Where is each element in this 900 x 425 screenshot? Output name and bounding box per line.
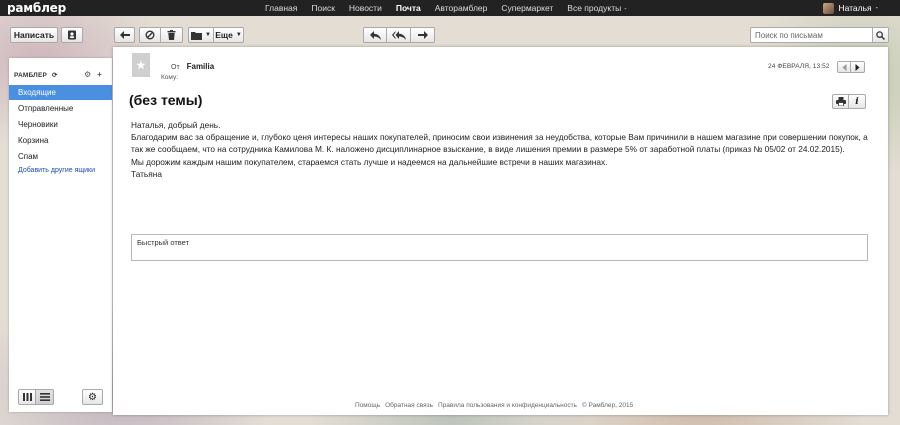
grid-view-button[interactable] bbox=[18, 389, 36, 405]
block-icon bbox=[145, 30, 155, 40]
arrow-left-icon bbox=[119, 31, 130, 39]
message-pager bbox=[837, 61, 865, 77]
user-name: Наталья bbox=[838, 3, 872, 13]
list-view-button[interactable] bbox=[36, 389, 54, 405]
sidebar-item-sent[interactable]: Отправленные bbox=[9, 101, 112, 116]
prev-message-button[interactable] bbox=[837, 61, 851, 73]
spam-delete-group bbox=[139, 27, 183, 43]
mailbox-actions: ⚙ + bbox=[84, 70, 102, 79]
footer-copyright: © Рамблер, 2015 bbox=[581, 402, 634, 409]
delete-button[interactable] bbox=[161, 27, 183, 43]
search-button[interactable] bbox=[872, 28, 888, 42]
sender-line: От Familia bbox=[171, 62, 214, 71]
mailbox-header: РАМБЛЕР ⟳ bbox=[14, 71, 58, 79]
columns-icon bbox=[22, 393, 32, 401]
reply-all-button[interactable] bbox=[387, 27, 411, 43]
more-label: Еще bbox=[215, 30, 233, 40]
nav-mail[interactable]: Почта bbox=[389, 0, 428, 16]
star-icon bbox=[136, 60, 146, 70]
sidebar-item-drafts[interactable]: Черновики bbox=[9, 117, 112, 132]
next-message-button[interactable] bbox=[851, 61, 865, 73]
message-tools: i bbox=[832, 94, 866, 110]
quick-reply-field[interactable]: Быстрый ответ bbox=[131, 234, 868, 261]
print-button[interactable] bbox=[832, 94, 849, 109]
rambler-logo[interactable]: рамблер bbox=[7, 1, 66, 15]
compose-button[interactable]: Написать bbox=[10, 27, 58, 43]
star-flag[interactable] bbox=[132, 53, 150, 77]
gear-icon: ⚙ bbox=[88, 391, 97, 403]
chevron-right-icon bbox=[855, 63, 860, 71]
back-button[interactable] bbox=[114, 27, 135, 43]
nav-all-products-label: Все продукты bbox=[567, 3, 622, 13]
footer-link-terms[interactable]: Правила пользования и конфиденциальность bbox=[438, 402, 577, 409]
nav-supermarket[interactable]: Супермаркет bbox=[494, 0, 560, 16]
nav-all-products[interactable]: Все продукты - bbox=[560, 0, 633, 16]
add-mailbox-link[interactable]: Добавить другие ящики bbox=[18, 167, 95, 174]
spam-button[interactable] bbox=[139, 27, 161, 43]
reply-all-icon bbox=[391, 30, 406, 40]
move-folder-button[interactable]: ▼ bbox=[188, 27, 214, 43]
body-paragraph: Татьяна bbox=[131, 168, 162, 179]
chevron-down-icon: - bbox=[875, 4, 878, 12]
view-toggle bbox=[18, 389, 54, 405]
footer-link-help[interactable]: Помощь bbox=[355, 402, 380, 409]
refresh-icon[interactable]: ⟳ bbox=[52, 72, 58, 79]
plus-icon[interactable]: + bbox=[97, 70, 102, 79]
body-paragraph: Мы дорожим каждым нашим покупателем, ста… bbox=[131, 156, 608, 167]
contacts-icon bbox=[68, 30, 76, 40]
trash-icon bbox=[167, 30, 176, 40]
quick-reply-placeholder: Быстрый ответ bbox=[137, 238, 190, 247]
arrow-right-icon bbox=[417, 31, 428, 39]
footer-link-feedback[interactable]: Обратная связь bbox=[385, 402, 433, 409]
folder-icon bbox=[191, 31, 203, 40]
chevron-down-icon: ▼ bbox=[235, 32, 242, 38]
chevron-down-icon: ▼ bbox=[205, 32, 211, 38]
sidebar-item-spam[interactable]: Спам bbox=[9, 149, 112, 164]
reply-icon bbox=[369, 30, 381, 40]
chevron-left-icon bbox=[842, 63, 846, 71]
move-more-group: ▼ Еще ▼ bbox=[188, 27, 244, 43]
mailbox-name: РАМБЛЕР bbox=[14, 72, 48, 79]
info-button[interactable]: i bbox=[849, 94, 866, 109]
sender-name[interactable]: Familia bbox=[187, 62, 215, 71]
footer: Помощь Обратная связь Правила пользовани… bbox=[355, 402, 633, 409]
printer-icon bbox=[835, 97, 846, 106]
user-menu[interactable]: Наталья - bbox=[823, 0, 878, 16]
from-label: От bbox=[171, 64, 180, 71]
chevron-down-icon: - bbox=[624, 6, 627, 13]
body-paragraph: Благодарим вас за обращение и, глубоко ц… bbox=[131, 132, 868, 155]
message-subject: (без темы) bbox=[129, 92, 203, 108]
gear-icon[interactable]: ⚙ bbox=[84, 70, 91, 79]
top-nav: Главная Поиск Новости Почта Авторамблер … bbox=[258, 0, 634, 16]
body-paragraph: Наталья, добрый день. bbox=[131, 120, 221, 130]
info-icon: i bbox=[855, 96, 859, 107]
nav-auto[interactable]: Авторамблер bbox=[428, 0, 495, 16]
message-date: 24 ФЕВРАЛЯ, 13:52 bbox=[768, 63, 830, 70]
nav-home[interactable]: Главная bbox=[258, 0, 304, 16]
reply-button[interactable] bbox=[363, 27, 387, 43]
search-input[interactable] bbox=[751, 28, 872, 42]
search-icon bbox=[876, 30, 885, 40]
nav-search[interactable]: Поиск bbox=[304, 0, 342, 16]
reply-group bbox=[363, 27, 435, 43]
sidebar-item-inbox[interactable]: Входящие bbox=[9, 85, 112, 100]
forward-button[interactable] bbox=[411, 27, 435, 43]
nav-news[interactable]: Новости bbox=[342, 0, 389, 16]
folder-sidebar: РАМБЛЕР ⟳ ⚙ + Входящие Отправленные Черн… bbox=[9, 58, 112, 412]
sidebar-item-trash[interactable]: Корзина bbox=[9, 133, 112, 148]
top-bar: рамблер Главная Поиск Новости Почта Авто… bbox=[0, 0, 900, 16]
contacts-button[interactable] bbox=[61, 27, 83, 43]
list-icon bbox=[39, 393, 50, 401]
mail-search bbox=[750, 27, 889, 43]
more-button[interactable]: Еще ▼ bbox=[214, 27, 244, 43]
message-view: От Familia Кому: 24 ФЕВРАЛЯ, 13:52 (без … bbox=[113, 47, 888, 415]
settings-button[interactable]: ⚙ bbox=[82, 389, 103, 405]
recipient-label: Кому: bbox=[161, 74, 178, 81]
avatar bbox=[823, 2, 835, 14]
message-body: Наталья, добрый день. Благодарим вас за … bbox=[131, 119, 871, 180]
